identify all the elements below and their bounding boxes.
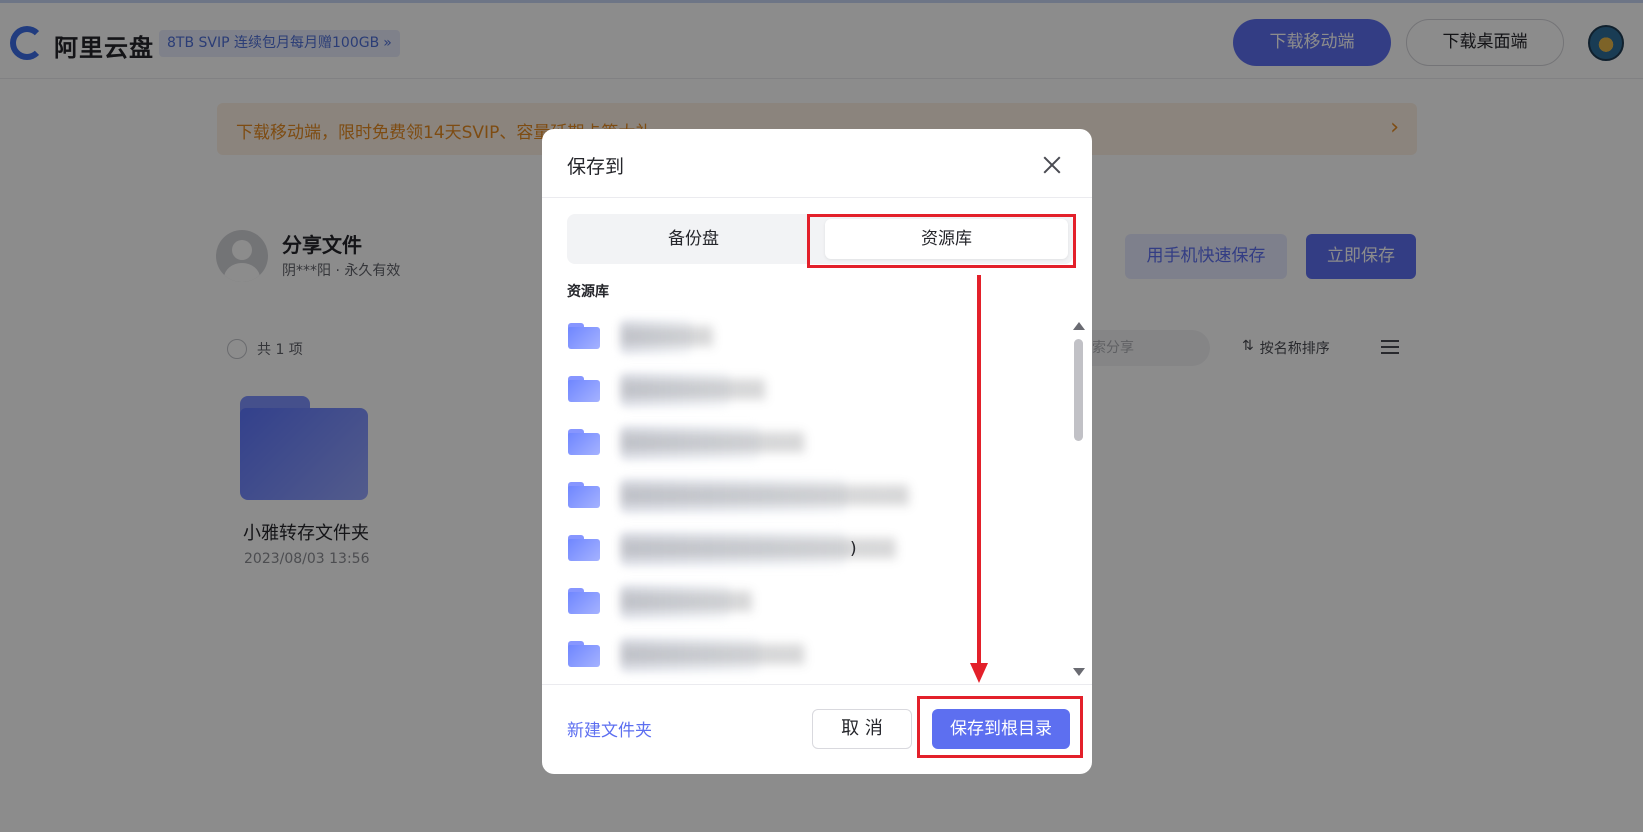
folder-name: ░░░░░░░ (622, 327, 714, 347)
new-folder-link[interactable]: 新建文件夹 (567, 716, 652, 741)
cancel-button[interactable]: 取 消 (812, 709, 912, 749)
folder-icon (568, 641, 600, 667)
annotation-highlight-save (917, 696, 1083, 758)
folder-name: ░░░░░░░░░░░░░░ (622, 645, 806, 665)
folder-name: ░░░░░░░░░░ (622, 592, 753, 612)
dialog-title: 保存到 (567, 156, 625, 178)
scroll-up-arrow-icon[interactable] (1073, 322, 1085, 330)
divider (542, 197, 1092, 198)
folder-icon (568, 535, 600, 561)
save-to-dialog: 保存到 备份盘 资源库 资源库 ░░░░░░░ ░░░░░░░░░░░ ░░░░… (542, 129, 1092, 774)
scroll-down-arrow-icon[interactable] (1073, 668, 1085, 676)
folder-icon (568, 482, 600, 508)
folder-name: ░░░░░░░░░░░ (622, 380, 766, 400)
folder-icon (568, 323, 600, 349)
folder-icon (568, 588, 600, 614)
annotation-arrow-icon (970, 275, 988, 683)
folder-list-scrollbar[interactable] (1070, 322, 1086, 680)
folder-name-suffix: ) (850, 539, 857, 559)
tab-backup-drive[interactable]: 备份盘 (572, 219, 815, 259)
folder-name: ░░░░░░░░░░░░░░ (622, 433, 806, 453)
divider (542, 684, 1092, 685)
breadcrumb: 资源库 (567, 284, 609, 300)
scroll-thumb[interactable] (1074, 339, 1083, 441)
folder-name: ░░░░░░░░░░░░░░░░░░░░░░ (622, 486, 910, 506)
folder-icon (568, 429, 600, 455)
folder-icon (568, 376, 600, 402)
close-icon[interactable] (1040, 153, 1064, 177)
annotation-highlight-tab (807, 214, 1076, 268)
